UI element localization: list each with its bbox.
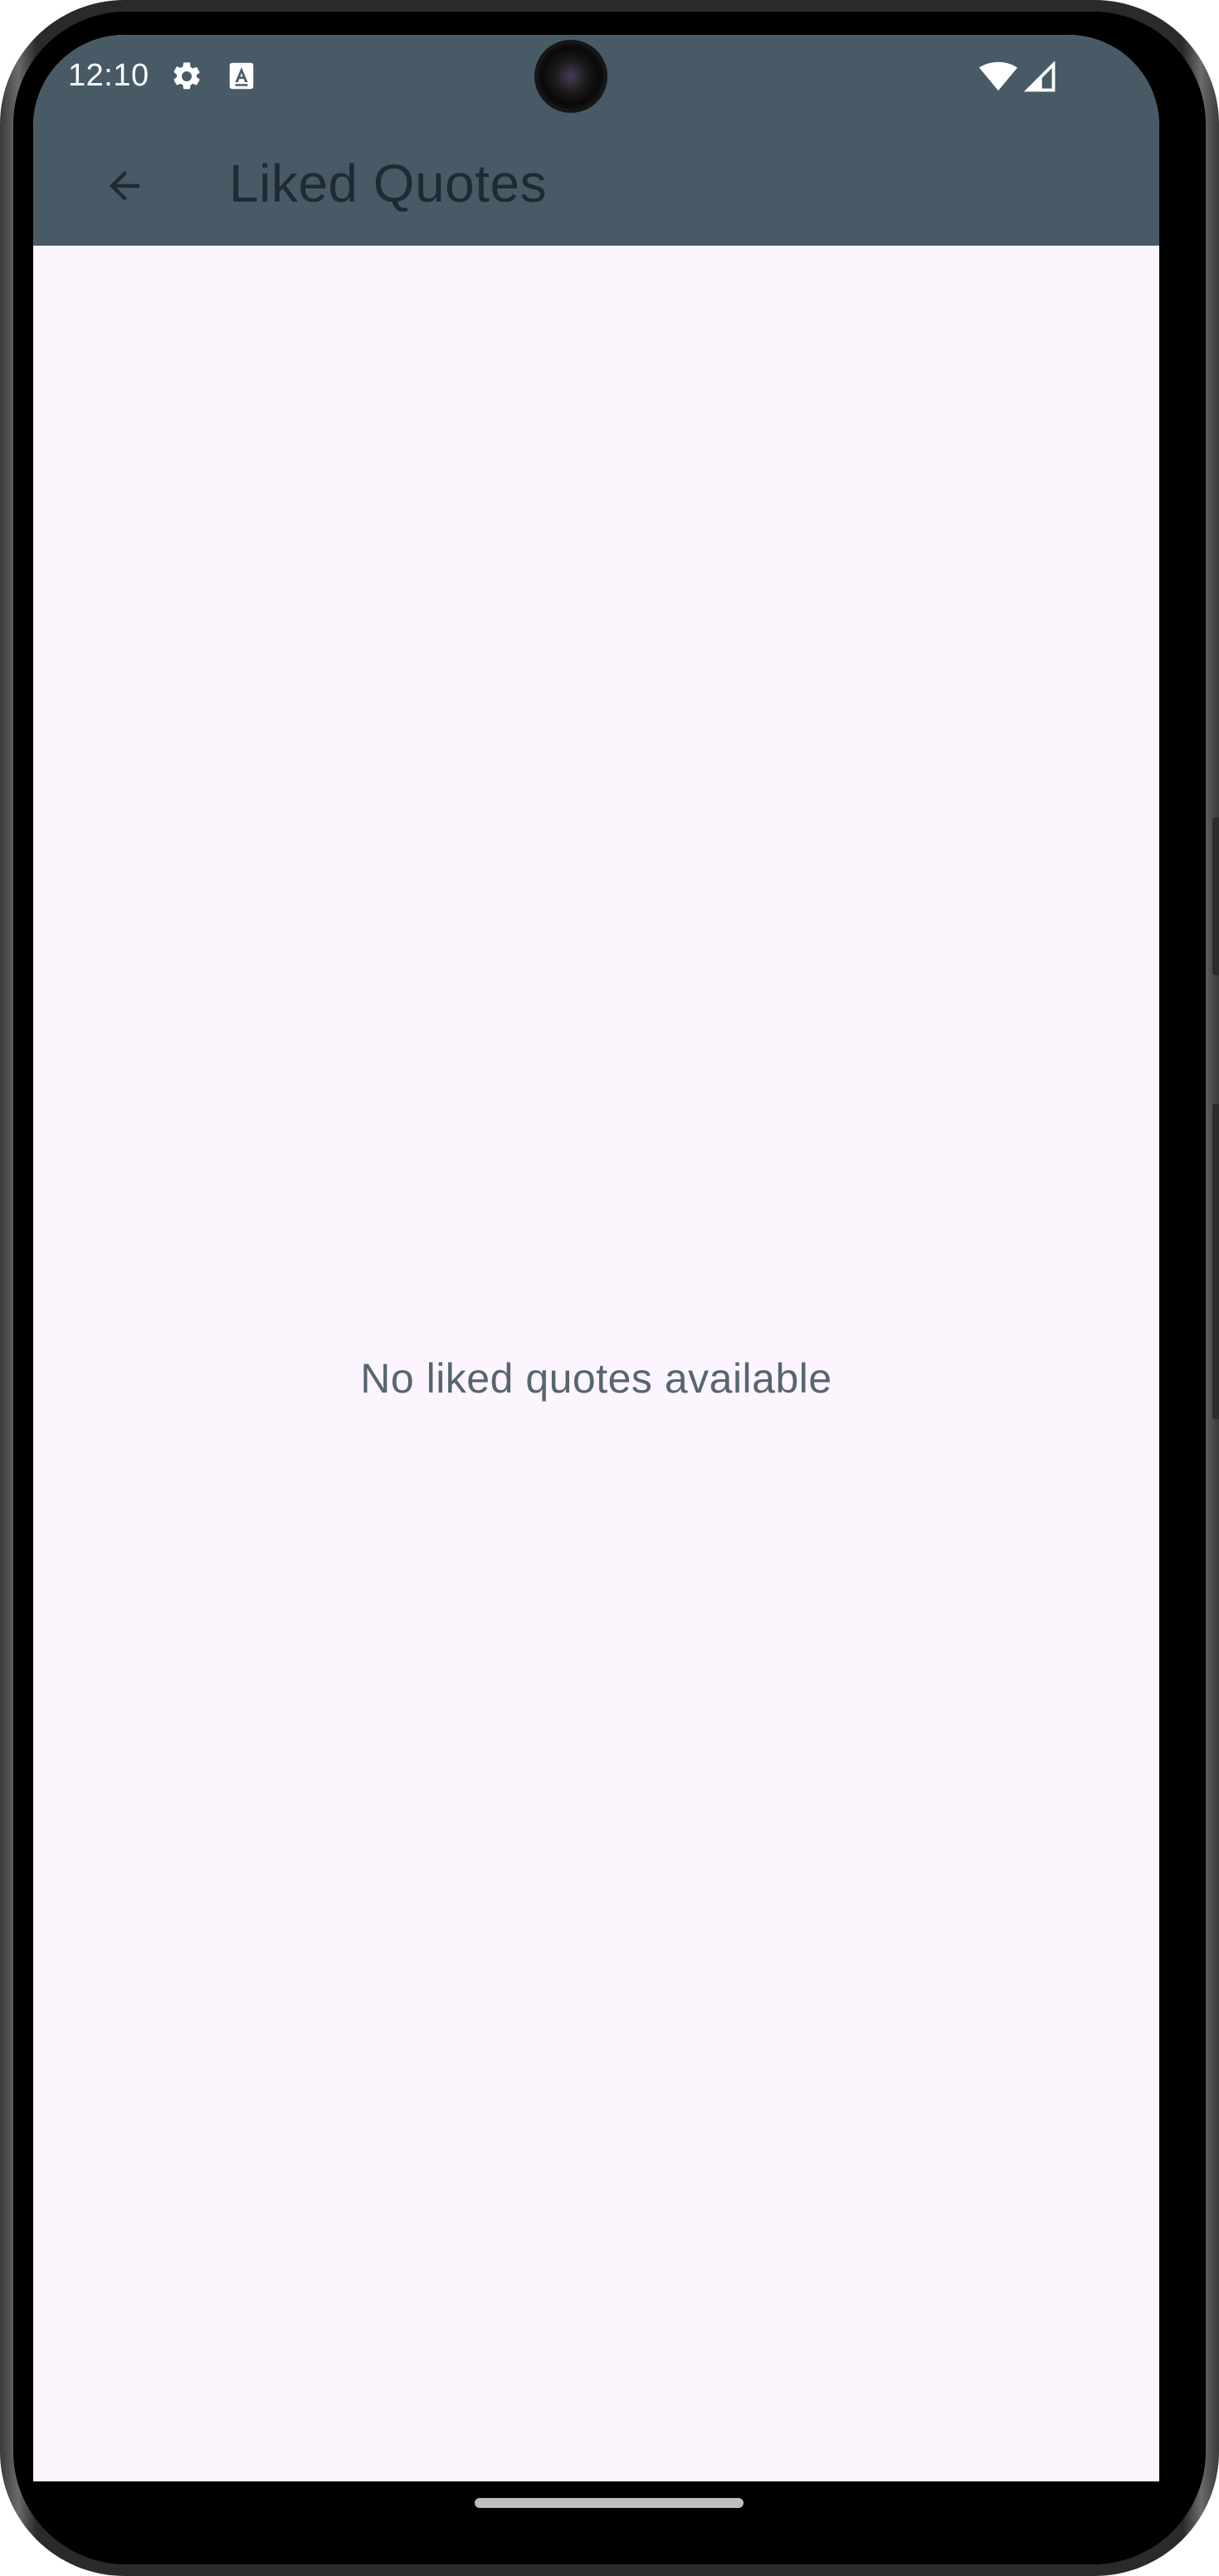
back-button[interactable] <box>88 149 161 222</box>
home-indicator[interactable] <box>475 2498 744 2508</box>
phone-device: 12:10 Liked Quotes No liked quotes avail… <box>0 0 1219 2576</box>
volume-button <box>1212 817 1219 975</box>
accessibility-font-icon <box>229 62 254 90</box>
empty-state-message: No liked quotes available <box>360 1355 832 1402</box>
front-camera <box>538 43 604 110</box>
status-time: 12:10 <box>68 58 149 93</box>
wifi-icon <box>979 61 1017 91</box>
screen: 12:10 Liked Quotes No liked quotes avail… <box>33 35 1159 2481</box>
gear-icon <box>173 62 200 90</box>
arrow-back-icon <box>110 171 139 201</box>
cellular-signal-icon <box>1024 61 1056 92</box>
power-button <box>1212 1104 1219 1419</box>
page-title: Liked Quotes <box>229 154 548 213</box>
